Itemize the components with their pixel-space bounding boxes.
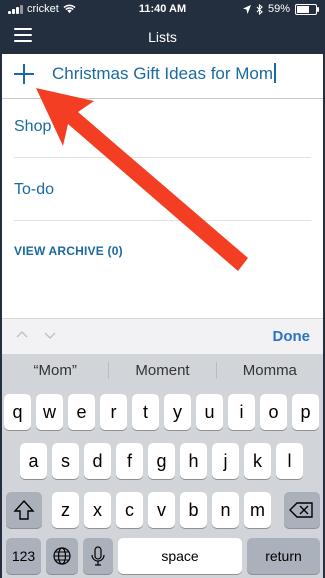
page-title: Lists — [148, 29, 177, 45]
list-item-todo[interactable]: To-do — [14, 181, 54, 199]
backspace-key[interactable] — [284, 492, 320, 528]
key-b[interactable]: b — [180, 492, 207, 528]
globe-icon — [53, 547, 71, 565]
key-f[interactable]: f — [116, 443, 143, 479]
key-j[interactable]: j — [212, 443, 239, 479]
keyboard: “Mom” Moment Momma qwertyuiop asdfghjkl … — [2, 354, 323, 578]
battery-percent: 59% — [267, 3, 290, 15]
key-g[interactable]: g — [148, 443, 175, 479]
key-x[interactable]: x — [84, 492, 111, 528]
key-s[interactable]: s — [52, 443, 79, 479]
return-key[interactable]: return — [247, 538, 320, 574]
space-key[interactable]: space — [118, 538, 242, 574]
suggestion-item[interactable]: Moment — [109, 354, 215, 387]
view-archive-link[interactable]: VIEW ARCHIVE (0) — [14, 244, 123, 258]
location-icon — [242, 4, 251, 14]
backspace-icon — [289, 502, 313, 518]
new-list-row: Christmas Gift Ideas for Mom — [2, 54, 323, 99]
key-o[interactable]: o — [260, 394, 287, 430]
new-list-input-value: Christmas Gift Ideas for Mom — [52, 64, 274, 83]
app-screen: cricket 11:40 AM 59% Lists Christmas Gif… — [2, 0, 323, 578]
list-divider — [14, 220, 311, 221]
list-divider — [14, 157, 311, 158]
microphone-icon — [91, 546, 105, 566]
bluetooth-icon — [256, 3, 263, 15]
status-right: 59% — [242, 3, 319, 15]
key-i[interactable]: i — [228, 394, 255, 430]
key-n[interactable]: n — [212, 492, 239, 528]
key-c[interactable]: c — [116, 492, 143, 528]
key-y[interactable]: y — [164, 394, 191, 430]
status-bar: cricket 11:40 AM 59% — [2, 0, 323, 20]
key-e[interactable]: e — [68, 394, 95, 430]
globe-key[interactable] — [46, 538, 78, 574]
chevron-up-icon[interactable] — [16, 329, 28, 341]
key-k[interactable]: k — [244, 443, 271, 479]
list-item-shop[interactable]: Shop — [14, 118, 51, 136]
text-cursor — [274, 63, 277, 83]
shift-icon — [13, 499, 35, 520]
add-icon[interactable] — [12, 62, 36, 86]
done-button[interactable]: Done — [273, 328, 311, 345]
key-v[interactable]: v — [148, 492, 175, 528]
microphone-key[interactable] — [83, 538, 113, 574]
key-h[interactable]: h — [180, 443, 207, 479]
key-w[interactable]: w — [36, 394, 63, 430]
suggestion-item[interactable]: Momma — [217, 354, 323, 387]
chevron-down-icon[interactable] — [44, 329, 56, 341]
suggestion-item[interactable]: “Mom” — [2, 354, 108, 387]
key-a[interactable]: a — [20, 443, 47, 479]
new-list-input[interactable]: Christmas Gift Ideas for Mom — [52, 63, 312, 84]
nav-bar: Lists — [2, 20, 323, 54]
key-q[interactable]: q — [4, 394, 31, 430]
key-z[interactable]: z — [52, 492, 79, 528]
key-m[interactable]: m — [244, 492, 271, 528]
key-r[interactable]: r — [100, 394, 127, 430]
battery-icon — [295, 3, 319, 15]
key-u[interactable]: u — [196, 394, 223, 430]
suggestion-bar: “Mom” Moment Momma — [2, 354, 323, 387]
key-t[interactable]: t — [132, 394, 159, 430]
key-d[interactable]: d — [84, 443, 111, 479]
key-l[interactable]: l — [276, 443, 303, 479]
numbers-key[interactable]: 123 — [6, 538, 41, 574]
shift-key[interactable] — [6, 492, 42, 528]
keyboard-toolbar: Done — [2, 318, 323, 355]
key-p[interactable]: p — [292, 394, 319, 430]
